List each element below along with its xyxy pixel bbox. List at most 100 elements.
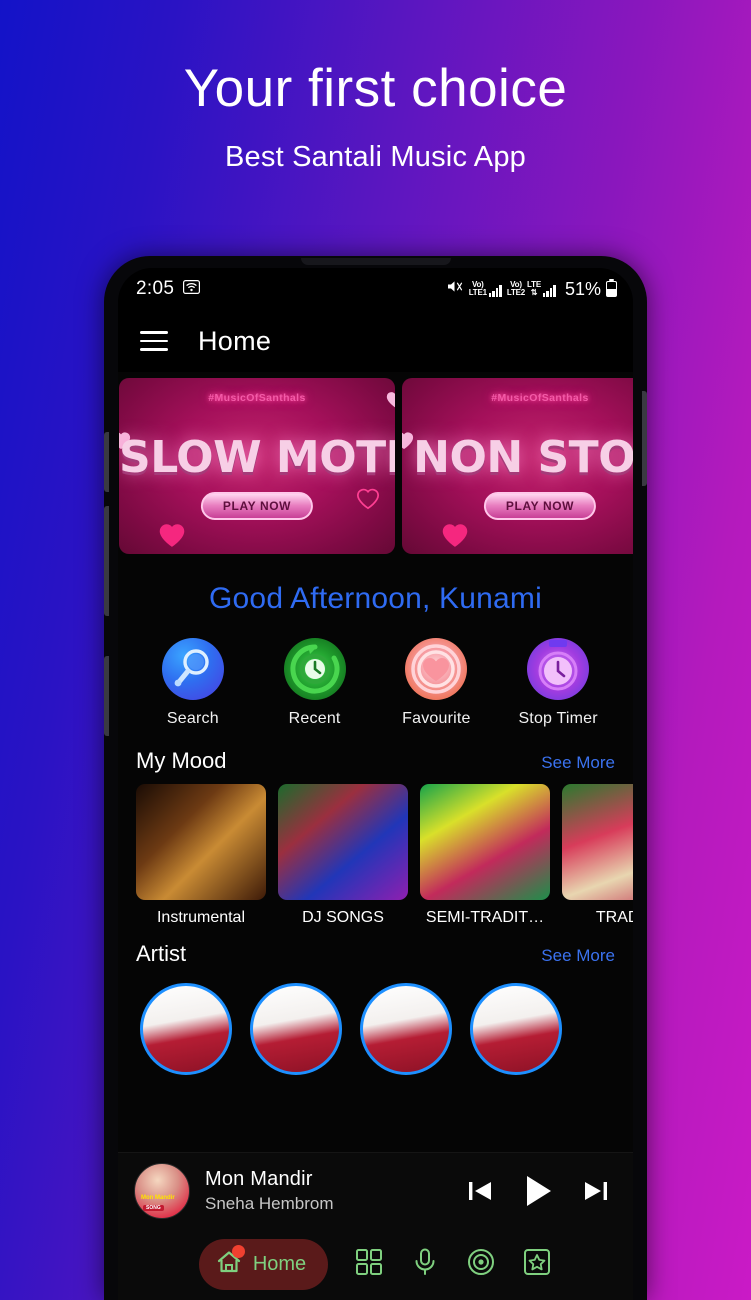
battery-percent: 51% — [564, 278, 601, 299]
heart-icon — [157, 521, 187, 548]
quick-action-label: Search — [166, 710, 219, 727]
avatar — [470, 983, 562, 1075]
track-artist: Sneha Hembrom — [205, 1193, 334, 1213]
home-icon — [215, 1244, 245, 1281]
page-title: Home — [198, 325, 272, 356]
phone-button-left-2 — [104, 506, 109, 616]
now-playing-artwork: Mon Mandir SONG — [134, 1162, 190, 1219]
mood-label: Instrumental — [156, 909, 246, 926]
signal-bars-1 — [488, 285, 502, 297]
recent-clock-icon — [283, 638, 346, 700]
see-more-link-artist[interactable]: See More — [541, 946, 615, 966]
mood-card[interactable]: TRADITI — [562, 784, 633, 927]
microphone-icon[interactable] — [410, 1247, 440, 1282]
my-mood-section-header: My Mood See More — [118, 734, 633, 784]
banner-carousel[interactable]: #MusicOfSanthals SLOW MOTION PLAY NOW #M… — [118, 372, 633, 554]
data-arrows-icon: ⇅ — [530, 288, 538, 297]
artist-card[interactable] — [360, 983, 452, 1075]
banner-card[interactable]: #MusicOfSanthals SLOW MOTION PLAY NOW — [119, 378, 395, 554]
stopwatch-icon — [527, 638, 590, 700]
nav-item-home[interactable]: Home — [198, 1238, 329, 1290]
sim1-signal: Vo) LTE1 — [469, 281, 502, 297]
artist-section-header: Artist See More — [118, 927, 633, 977]
mood-label: TRADITI — [595, 909, 633, 926]
notification-badge — [231, 1244, 245, 1258]
mood-label: SEMI-TRADIT… — [425, 909, 545, 926]
app-bar: Home — [118, 310, 633, 372]
phone-notch — [300, 258, 451, 265]
quick-action-favourite[interactable]: Favourite — [386, 638, 486, 728]
skip-next-icon[interactable] — [581, 1176, 611, 1206]
search-icon — [161, 638, 224, 700]
mood-thumbnail — [278, 784, 408, 900]
heart-icon — [405, 638, 468, 700]
mood-carousel[interactable]: Instrumental DJ SONGS SEMI-TRADIT… TRADI… — [118, 784, 633, 927]
artwork-tag: Mon Mandir — [141, 1194, 175, 1201]
quick-action-label: Stop Timer — [518, 710, 598, 727]
promo-title: Your first choice — [183, 59, 568, 118]
nav-home-label: Home — [252, 1252, 307, 1275]
main-content: #MusicOfSanthals SLOW MOTION PLAY NOW #M… — [118, 372, 633, 1300]
promo-subtitle: Best Santali Music App — [225, 141, 526, 173]
quick-actions-row: Search Recent Favourite Stop Timer — [118, 638, 633, 734]
phone-button-left-3 — [104, 656, 109, 736]
mood-thumbnail — [562, 784, 633, 900]
mood-thumbnail — [420, 784, 550, 900]
banner-hashtag: #MusicOfSanthals — [208, 392, 306, 404]
phone-screen: 2:05 Vo) LTE1 Vo) LTE2 LTE ⇅ 51% Home #M… — [118, 268, 633, 1300]
grid-icon[interactable] — [354, 1247, 384, 1282]
battery-icon — [606, 278, 617, 297]
artist-card[interactable] — [470, 983, 562, 1075]
status-bar: 2:05 Vo) LTE1 Vo) LTE2 LTE ⇅ 51% — [118, 268, 633, 310]
play-icon[interactable] — [519, 1172, 557, 1210]
artwork-tag-secondary: SONG — [143, 1204, 164, 1211]
wifi-icon — [183, 279, 201, 299]
mini-player[interactable]: Mon Mandir SONG Mon Mandir Sneha Hembrom — [118, 1152, 633, 1228]
artist-card[interactable] — [140, 983, 232, 1075]
heart-icon — [440, 521, 470, 548]
quick-action-recent[interactable]: Recent — [265, 638, 365, 728]
avatar — [140, 983, 232, 1075]
sim2-volte-bottom: LTE2 — [506, 288, 526, 297]
track-title: Mon Mandir — [205, 1167, 313, 1190]
artist-card[interactable] — [250, 983, 342, 1075]
mood-thumbnail — [136, 784, 266, 900]
banner-title: NON STOP — [413, 432, 633, 483]
phone-power-button — [642, 391, 647, 486]
phone-mockup: 2:05 Vo) LTE1 Vo) LTE2 LTE ⇅ 51% Home #M… — [104, 256, 647, 1300]
signal-bars-2 — [542, 285, 556, 297]
mood-card[interactable]: SEMI-TRADIT… — [420, 784, 550, 927]
banner-title: SLOW MOTION — [119, 432, 395, 483]
volume-mute-icon — [447, 279, 464, 299]
mood-card[interactable]: Instrumental — [136, 784, 266, 927]
see-more-link-mood[interactable]: See More — [541, 753, 615, 773]
skip-previous-icon[interactable] — [465, 1176, 495, 1206]
quick-action-stop-timer[interactable]: Stop Timer — [508, 638, 608, 728]
artist-carousel[interactable] — [118, 983, 633, 1075]
quick-action-label: Favourite — [402, 710, 471, 727]
section-title: My Mood — [136, 748, 227, 773]
promo-header: Your first choice Best Santali Music App — [0, 0, 751, 174]
hamburger-menu-icon[interactable] — [140, 331, 168, 351]
play-now-button[interactable]: PLAY NOW — [200, 492, 314, 520]
bottom-navigation: Home — [118, 1228, 633, 1300]
heart-outline-icon — [355, 486, 381, 510]
player-controls — [465, 1172, 617, 1210]
star-box-icon[interactable] — [522, 1247, 552, 1282]
avatar — [360, 983, 452, 1075]
phone-button-left-1 — [104, 432, 109, 492]
banner-hashtag: #MusicOfSanthals — [491, 392, 589, 404]
mood-card[interactable]: DJ SONGS — [278, 784, 408, 927]
play-now-button[interactable]: PLAY NOW — [483, 492, 597, 520]
greeting-text: Good Afternoon, Kunami — [209, 582, 542, 615]
mood-label: DJ SONGS — [302, 909, 384, 926]
banner-card[interactable]: #MusicOfSanthals NON STOP PLAY NOW — [402, 378, 633, 554]
quick-action-search[interactable]: Search — [143, 638, 243, 728]
now-playing-info: Mon Mandir Sneha Hembrom — [205, 1168, 465, 1214]
quick-action-label: Recent — [288, 710, 341, 727]
sim1-volte-bottom: LTE1 — [468, 288, 487, 297]
disc-icon[interactable] — [466, 1247, 496, 1282]
sim2-signal: Vo) LTE2 LTE ⇅ — [507, 281, 556, 297]
section-title: Artist — [136, 941, 187, 966]
status-time: 2:05 — [136, 278, 175, 299]
